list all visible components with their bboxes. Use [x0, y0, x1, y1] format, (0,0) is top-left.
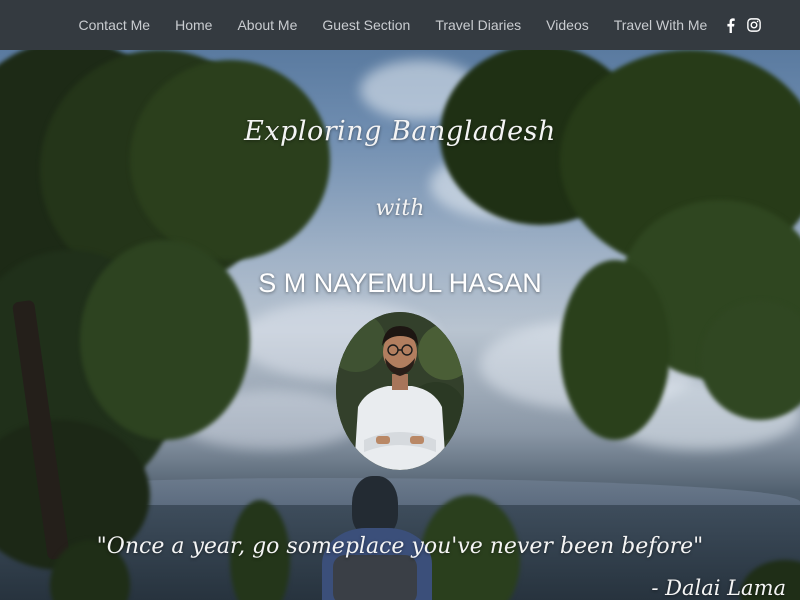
avatar [336, 312, 464, 470]
author-name: S M NAYEMUL HASAN [258, 268, 542, 298]
hero-title-with: with [375, 196, 425, 221]
hero-title: Exploring Bangladesh [244, 116, 556, 147]
top-navbar: Contact Me Home About Me Guest Section T… [0, 0, 800, 50]
instagram-icon[interactable] [747, 18, 761, 32]
avatar-portrait [336, 312, 464, 470]
nav-link-contact-me[interactable]: Contact Me [66, 0, 163, 50]
nav-link-home[interactable]: Home [163, 0, 225, 50]
quote-author: - Dalai Lama [651, 576, 786, 600]
nav-link-guest-section[interactable]: Guest Section [310, 0, 423, 50]
facebook-icon[interactable] [726, 17, 735, 33]
social-links [726, 17, 761, 33]
nav-link-videos[interactable]: Videos [534, 0, 602, 50]
nav-link-about-me[interactable]: About Me [225, 0, 310, 50]
nav-link-travel-with-me[interactable]: Travel With Me [601, 0, 720, 50]
nav-link-travel-diaries[interactable]: Travel Diaries [423, 0, 534, 50]
hero-quote: "Once a year, go someplace you've never … [96, 534, 704, 559]
hero-background [0, 0, 800, 600]
